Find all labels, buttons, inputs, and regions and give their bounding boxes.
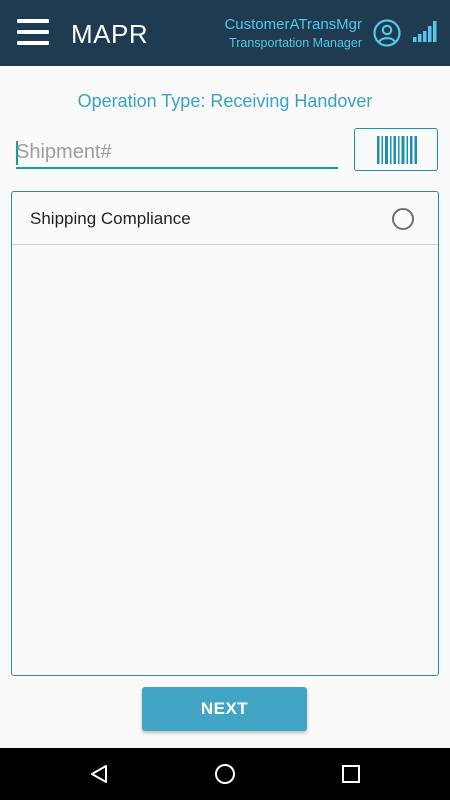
user-role: Transportation Manager (229, 36, 362, 50)
barcode-icon (377, 136, 417, 164)
user-name: CustomerATransMgr (224, 16, 362, 33)
list-item[interactable]: Shipping Compliance (12, 192, 438, 245)
app-title: MAPR (71, 19, 149, 49)
nav-back-icon[interactable] (89, 764, 109, 784)
nav-home-icon[interactable] (214, 763, 236, 785)
list-item-label: Shipping Compliance (30, 209, 191, 228)
nav-recent-apps-icon[interactable] (342, 765, 360, 783)
compliance-list: Shipping Compliance (11, 191, 439, 676)
system-nav-bar (0, 748, 450, 800)
signal-strength-icon (413, 21, 437, 42)
text-cursor (16, 141, 18, 165)
scan-barcode-button[interactable] (354, 128, 438, 171)
next-button[interactable]: NEXT (142, 687, 307, 731)
shipment-input[interactable] (16, 137, 338, 169)
hamburger-menu-icon[interactable] (17, 19, 49, 45)
operation-type-label: Operation Type: Receiving Handover (77, 91, 373, 111)
user-info: CustomerATransMgr Transportation Manager (224, 15, 362, 52)
account-circle-icon[interactable] (373, 19, 401, 47)
radio-button[interactable] (392, 208, 414, 230)
app-bar: MAPR CustomerATransMgr Transportation Ma… (0, 0, 450, 66)
